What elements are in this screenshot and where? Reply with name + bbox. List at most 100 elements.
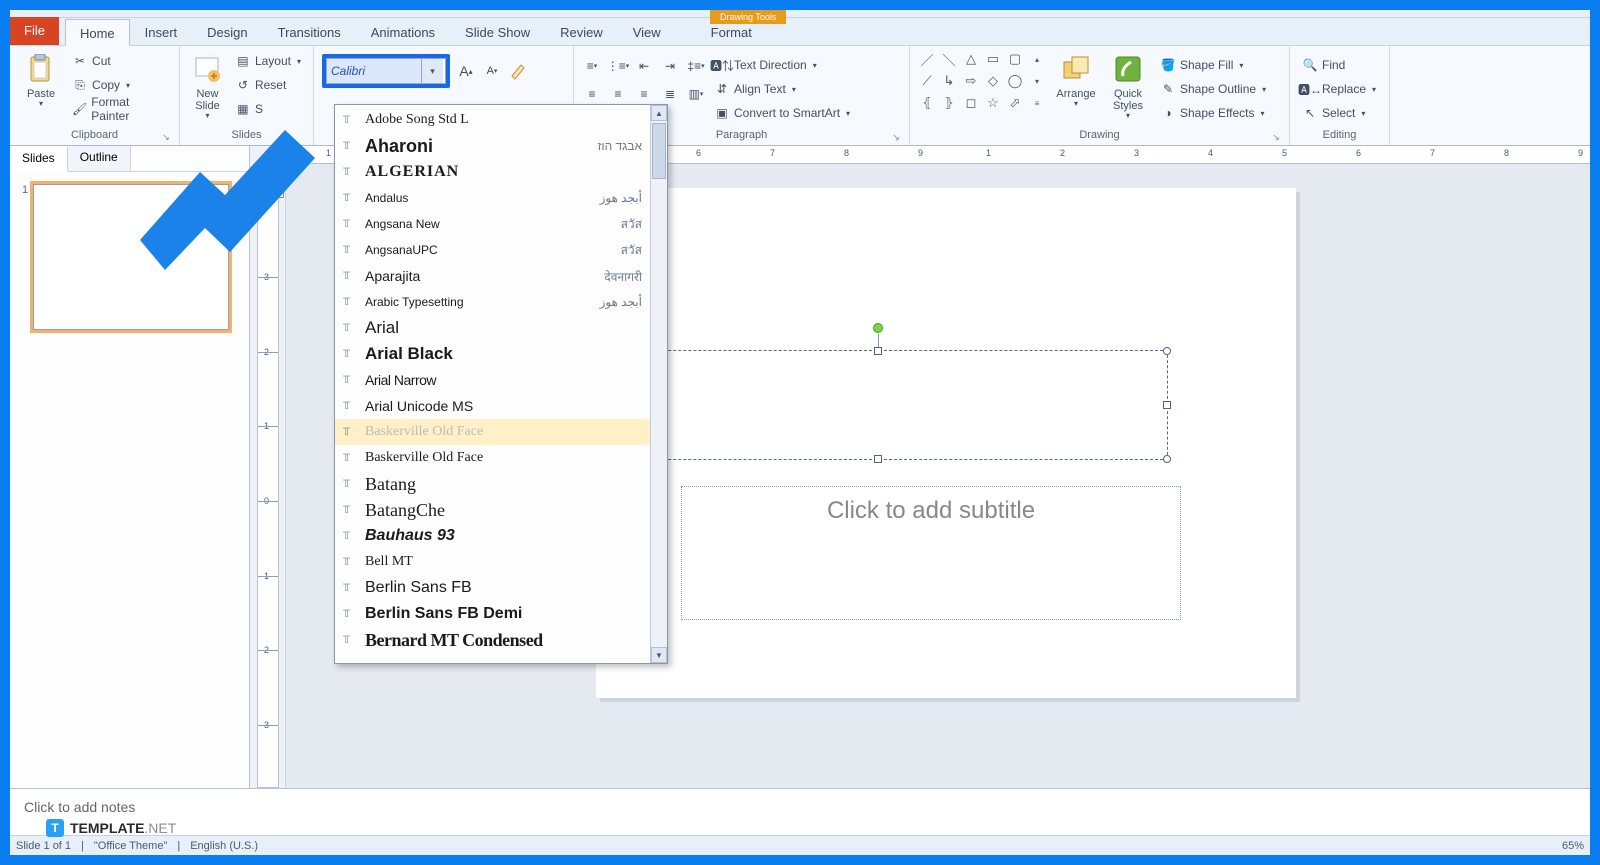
shape-connector-icon[interactable]: ↳ <box>940 72 958 90</box>
font-option[interactable]: 𝕋Arial <box>335 315 650 341</box>
shape-line-icon[interactable]: ／ <box>918 50 936 68</box>
shape-brace-icon[interactable]: ⦃ <box>918 94 936 112</box>
align-text-button[interactable]: ⇵Align Text▾ <box>710 78 854 100</box>
font-option[interactable]: 𝕋ALGERIAN <box>335 159 650 185</box>
font-combobox[interactable]: ▾ <box>326 58 446 84</box>
slide[interactable]: Click to add subtitle <box>596 188 1296 698</box>
tab-home[interactable]: Home <box>65 19 130 46</box>
find-button[interactable]: 🔍Find <box>1298 54 1380 76</box>
align-right-button[interactable]: ≡ <box>634 84 654 104</box>
align-left-button[interactable]: ≡ <box>582 84 602 104</box>
shape-diamond-icon[interactable]: ◇ <box>984 72 1002 90</box>
font-option[interactable]: 𝕋Baskerville Old Face <box>335 419 650 445</box>
tab-design[interactable]: Design <box>192 18 262 45</box>
scroll-down-icon[interactable]: ▼ <box>651 647 667 663</box>
shape-brace2-icon[interactable]: ⦄ <box>940 94 958 112</box>
font-option[interactable]: 𝕋Arial Narrow <box>335 367 650 393</box>
shape-effects-button[interactable]: ◑Shape Effects▾ <box>1156 102 1270 124</box>
resize-handle[interactable] <box>1163 455 1171 463</box>
status-language[interactable]: English (U.S.) <box>190 840 258 852</box>
shape-triangle-icon[interactable]: △ <box>962 50 980 68</box>
file-tab[interactable]: File <box>10 17 59 45</box>
shrink-font-button[interactable]: A▾ <box>482 61 502 81</box>
text-direction-button[interactable]: 🅰⇅Text Direction▾ <box>710 54 854 76</box>
resize-handle[interactable] <box>874 347 882 355</box>
clear-formatting-button[interactable] <box>508 61 528 81</box>
font-option[interactable]: 𝕋Arabic Typesettingأبجد هوز <box>335 289 650 315</box>
font-option[interactable]: 𝕋Berlin Sans FB <box>335 575 650 601</box>
scroll-up-icon[interactable]: ▲ <box>651 105 667 121</box>
font-option[interactable]: 𝕋Bell MT <box>335 549 650 575</box>
status-zoom[interactable]: 65% <box>1562 840 1584 852</box>
shape-freeform-icon[interactable]: ⟋ <box>918 72 936 90</box>
resize-handle[interactable] <box>1163 401 1171 409</box>
nav-tab-slides[interactable]: Slides <box>10 147 68 172</box>
font-option[interactable]: 𝕋Berlin Sans FB Demi <box>335 601 650 627</box>
shape-callout-icon[interactable]: ◻ <box>962 94 980 112</box>
shape-line2-icon[interactable]: ＼ <box>940 50 958 68</box>
tab-insert[interactable]: Insert <box>130 18 193 45</box>
decrease-indent-button[interactable]: ⇤ <box>634 56 654 76</box>
copy-button[interactable]: ⎘Copy▾ <box>68 74 171 96</box>
font-option[interactable]: 𝕋Aharoniאבגד הוז <box>335 133 650 159</box>
numbering-button[interactable]: ⋮≡▾ <box>608 56 628 76</box>
shape-roundrect-icon[interactable]: ▢ <box>1006 50 1024 68</box>
shape-arrow-icon[interactable]: ⇨ <box>962 72 980 90</box>
scroll-thumb[interactable] <box>652 123 666 179</box>
shape-star-icon[interactable]: ☆ <box>984 94 1002 112</box>
grow-font-button[interactable]: A▴ <box>456 61 476 81</box>
rotate-handle-icon[interactable] <box>873 323 883 333</box>
font-option[interactable]: 𝕋AngsanaUPCสวัส <box>335 237 650 263</box>
layout-button[interactable]: ▤Layout▾ <box>231 50 305 72</box>
tab-review[interactable]: Review <box>545 18 618 45</box>
shape-outline-button[interactable]: ✎Shape Outline▾ <box>1156 78 1270 100</box>
replace-button[interactable]: 🅰↔Replace▾ <box>1298 78 1380 100</box>
drawing-launcher-icon[interactable]: ↘ <box>1271 129 1281 139</box>
justify-button[interactable]: ≣ <box>660 84 680 104</box>
scrollbar[interactable]: ▲ ▼ <box>650 105 667 663</box>
shape-fill-button[interactable]: 🪣Shape Fill▾ <box>1156 54 1270 76</box>
arrange-button[interactable]: Arrange▾ <box>1052 50 1100 109</box>
tab-slideshow[interactable]: Slide Show <box>450 18 545 45</box>
cut-button[interactable]: ✂Cut <box>68 50 171 72</box>
font-option[interactable]: 𝕋Bauhaus 93 <box>335 523 650 549</box>
font-option[interactable]: 𝕋Batang <box>335 471 650 497</box>
font-option[interactable]: 𝕋Arial Black <box>335 341 650 367</box>
tab-view[interactable]: View <box>618 18 676 45</box>
line-spacing-button[interactable]: ‡≡▾ <box>686 56 706 76</box>
bullets-button[interactable]: ≡▾ <box>582 56 602 76</box>
notes-pane[interactable]: Click to add notes <box>10 788 1590 835</box>
tab-animations[interactable]: Animations <box>356 18 450 45</box>
shape-rect-icon[interactable]: ▭ <box>984 50 1002 68</box>
columns-button[interactable]: ▥▾ <box>686 84 706 104</box>
font-option[interactable]: 𝕋Arial Unicode MS <box>335 393 650 419</box>
resize-handle[interactable] <box>874 455 882 463</box>
resize-handle[interactable] <box>1163 347 1171 355</box>
font-option[interactable]: 𝕋Adobe Song Std L <box>335 107 650 133</box>
subtitle-placeholder[interactable]: Click to add subtitle <box>681 486 1181 620</box>
gallery-up-icon[interactable]: ▴ <box>1028 50 1046 68</box>
align-center-button[interactable]: ≡ <box>608 84 628 104</box>
reset-button[interactable]: ↺Reset <box>231 74 305 96</box>
font-option[interactable]: 𝕋Aparajitaदेवनागरी <box>335 263 650 289</box>
font-option[interactable]: 𝕋Baskerville Old Face <box>335 445 650 471</box>
title-placeholder-selected[interactable] <box>588 350 1168 460</box>
nav-tab-outline[interactable]: Outline <box>68 146 131 171</box>
font-option[interactable]: 𝕋Andalusأبجد هوز <box>335 185 650 211</box>
shapes-gallery[interactable]: ／ ＼ △ ▭ ▢ ▴ ⟋ ↳ ⇨ ◇ ◯ ▾ ⦃ ⦄ ◻ ☆ ⬀ <box>918 50 1048 114</box>
font-option[interactable]: 𝕋BatangChe <box>335 497 650 523</box>
font-dropdown-button[interactable]: ▾ <box>421 59 443 83</box>
shape-arrow2-icon[interactable]: ⬀ <box>1006 94 1024 112</box>
shape-oval-icon[interactable]: ◯ <box>1006 72 1024 90</box>
gallery-more-icon[interactable]: ≡ <box>1028 94 1046 112</box>
gallery-down-icon[interactable]: ▾ <box>1028 72 1046 90</box>
paragraph-launcher-icon[interactable]: ↘ <box>891 129 901 139</box>
quick-styles-button[interactable]: Quick Styles▾ <box>1104 50 1152 121</box>
font-input[interactable] <box>327 59 421 83</box>
tab-transitions[interactable]: Transitions <box>263 18 356 45</box>
font-option[interactable]: 𝕋Angsana Newสวัส <box>335 211 650 237</box>
font-option[interactable]: 𝕋Bernard MT Condensed <box>335 627 650 653</box>
select-button[interactable]: ↖Select▾ <box>1298 102 1380 124</box>
increase-indent-button[interactable]: ⇥ <box>660 56 680 76</box>
paste-button[interactable]: Paste▾ <box>18 50 64 109</box>
